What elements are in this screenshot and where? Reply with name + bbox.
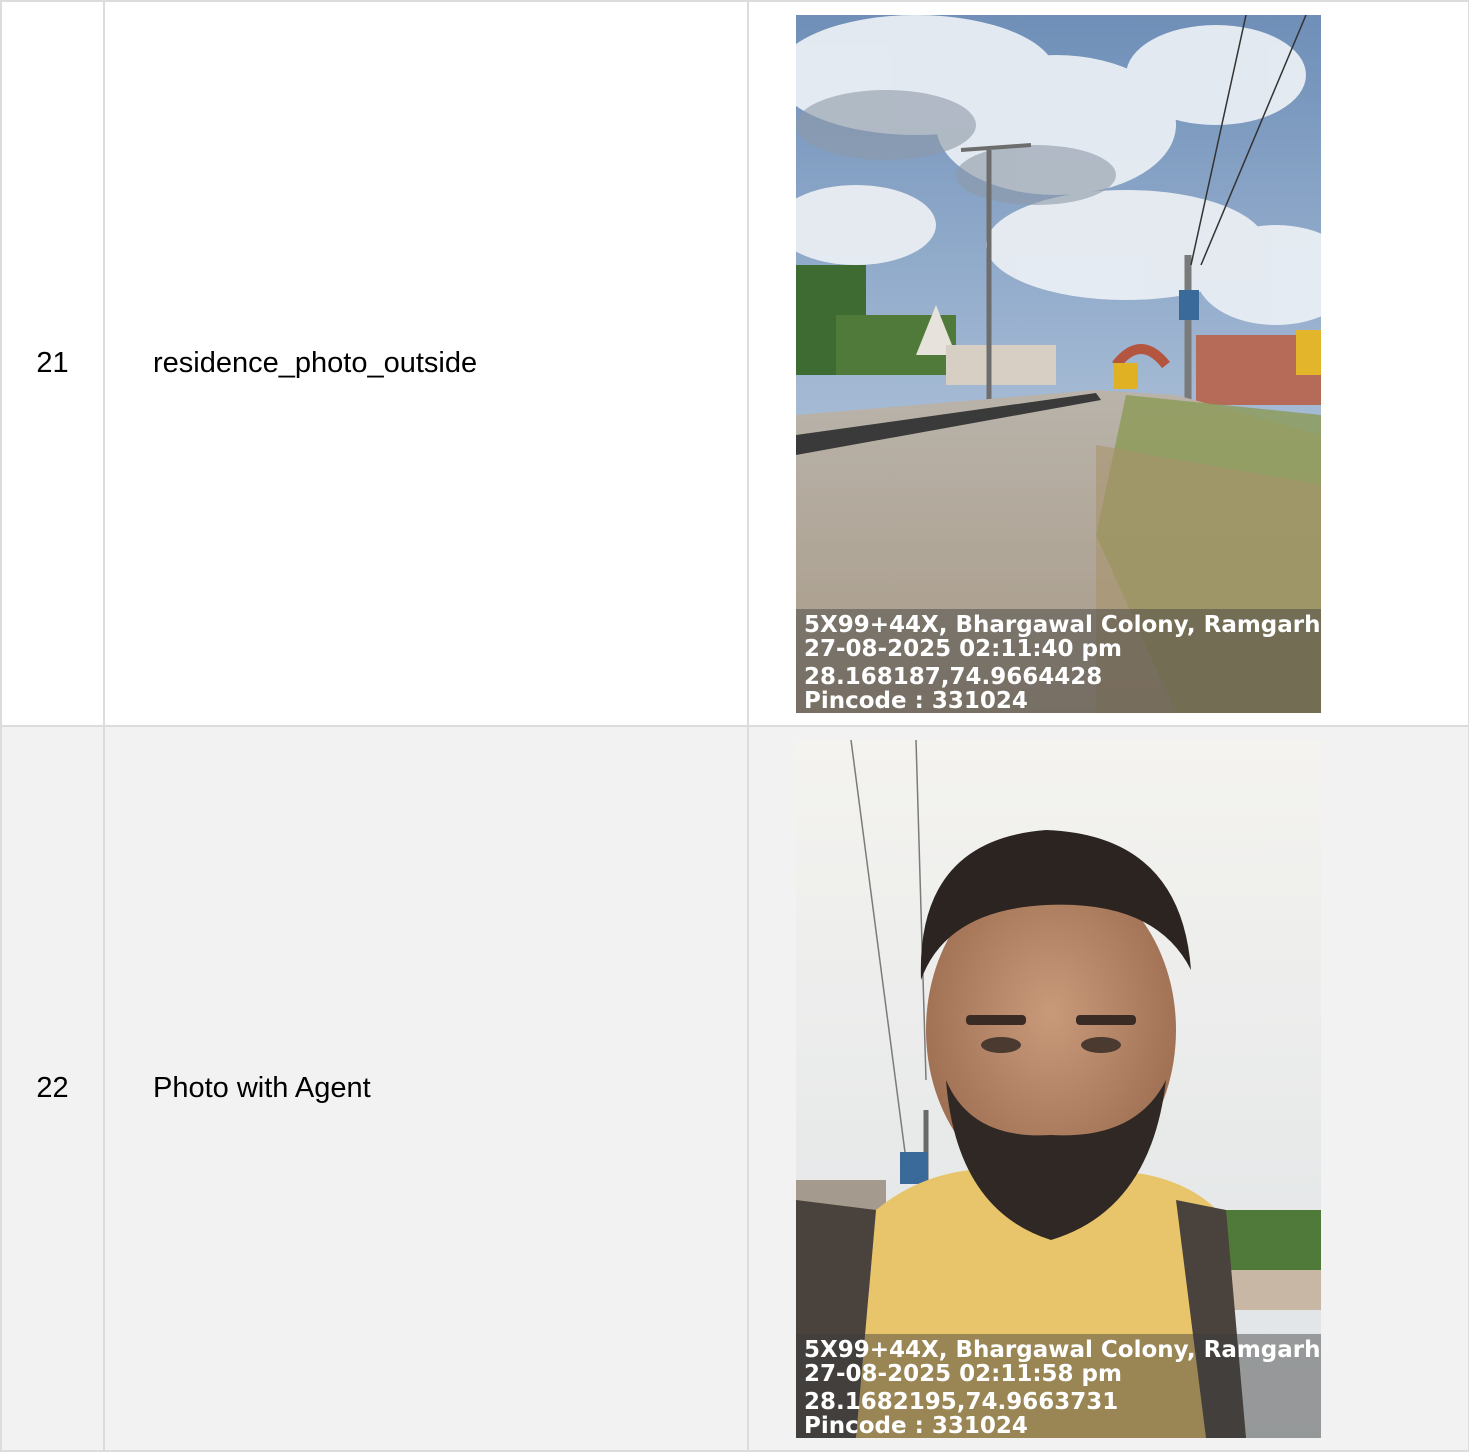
- stamp-address: 5X99+44X, Bhargawal Colony, Ramgarh Shek: [804, 1336, 1321, 1363]
- geo-stamp: 5X99+44X, Bhargawal Colony, Ramgarh Shek…: [796, 608, 1321, 713]
- agent-photo: 5X99+44X, Bhargawal Colony, Ramgarh Shek…: [796, 739, 1321, 1438]
- row-label: residence_photo_outside: [103, 0, 749, 727]
- row-number: 22: [0, 725, 105, 1452]
- stamp-coordinates: 28.1682195,74.9663731: [804, 1388, 1119, 1415]
- residence-photo: 5X99+44X, Bhargawal Colony, Ramgarh Shek…: [796, 14, 1321, 713]
- stamp-address: 5X99+44X, Bhargawal Colony, Ramgarh Shek: [804, 611, 1321, 638]
- stamp-pincode: Pincode : 331024: [804, 1412, 1028, 1438]
- photo-cell: 5X99+44X, Bhargawal Colony, Ramgarh Shek…: [747, 725, 1469, 1452]
- row-label: Photo with Agent: [103, 725, 749, 1452]
- row-number: 21: [0, 0, 105, 727]
- table-row: 22 Photo with Agent 5X99+44X, Bhargawal …: [0, 725, 1469, 1452]
- photo-table: 21 residence_photo_outside 5X99+44X, Bha…: [0, 0, 1469, 1452]
- table-row: 21 residence_photo_outside 5X99+44X, Bha…: [0, 0, 1469, 727]
- geo-stamp: 5X99+44X, Bhargawal Colony, Ramgarh Shek…: [796, 1333, 1321, 1438]
- photo-cell: 5X99+44X, Bhargawal Colony, Ramgarh Shek…: [747, 0, 1469, 727]
- stamp-coordinates: 28.168187,74.9664428: [804, 663, 1103, 690]
- stamp-pincode: Pincode : 331024: [804, 687, 1028, 713]
- stamp-datetime: 27-08-2025 02:11:40 pm: [804, 635, 1122, 662]
- stamp-datetime: 27-08-2025 02:11:58 pm: [804, 1360, 1122, 1387]
